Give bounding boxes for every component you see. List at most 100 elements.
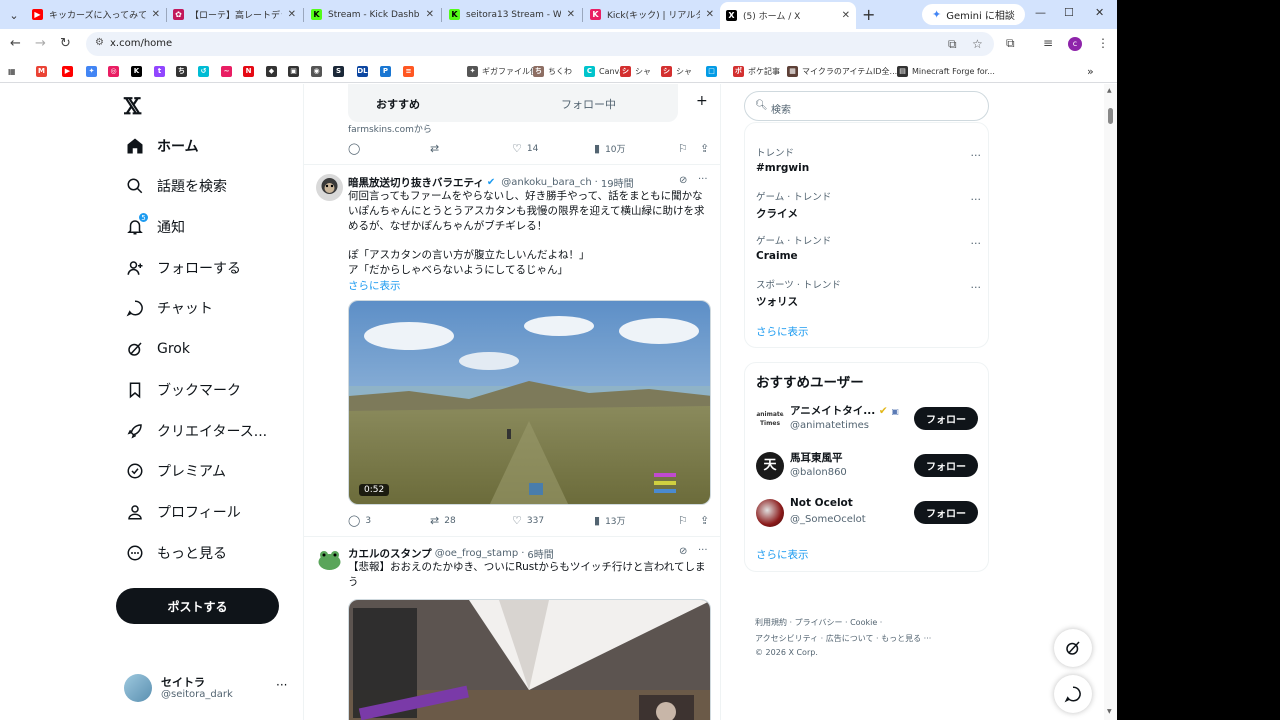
close-icon[interactable]: ✕	[706, 9, 714, 20]
show-more-link[interactable]: さらに表示	[348, 278, 401, 293]
nav-grok[interactable]: Grok	[124, 333, 190, 365]
forward-icon[interactable]: →	[35, 36, 46, 51]
follow-button[interactable]: フォロー	[914, 407, 978, 430]
nav-explore[interactable]: 話題を検索	[124, 170, 227, 202]
more-icon[interactable]: ···	[698, 545, 708, 556]
more-icon[interactable]: ···	[971, 281, 982, 294]
bookmark-item[interactable]: DL	[357, 63, 372, 79]
views-button[interactable]: ▮ 10万	[594, 142, 626, 155]
add-tab-icon[interactable]: +	[696, 93, 708, 109]
avatar[interactable]	[316, 174, 343, 201]
ad-source[interactable]: farmskins.comから	[348, 122, 432, 135]
repost-button[interactable]: ⇄ 28	[430, 514, 456, 527]
media-icon[interactable]: ≡	[1043, 36, 1053, 50]
account-switcher[interactable]: セイトラ @seitora_dark ···	[124, 674, 294, 704]
avatar[interactable]	[316, 547, 343, 574]
scroll-down-icon[interactable]: ▼	[1107, 708, 1112, 715]
bookmark-item[interactable]: C Canva	[584, 63, 624, 79]
grok-icon[interactable]: ⊘	[679, 546, 687, 557]
tweet-video[interactable]: 0:52	[348, 300, 711, 505]
back-icon[interactable]: ←	[10, 36, 21, 51]
bookmark-item[interactable]: t	[154, 63, 169, 79]
nav-more[interactable]: もっと見る	[124, 537, 227, 569]
bookmark-item[interactable]: M	[36, 63, 51, 79]
nav-premium[interactable]: プレミアム	[124, 455, 226, 487]
bookmark-item[interactable]: ↺	[198, 63, 213, 79]
x-logo-icon[interactable]: 𝕏	[124, 94, 141, 120]
suggested-user[interactable]: Not Ocelot @_SomeOcelot フォロー	[756, 497, 981, 529]
bookmark-item[interactable]: ~	[221, 63, 236, 79]
nav-chat[interactable]: チャット	[124, 292, 213, 324]
grok-icon[interactable]: ⊘	[679, 175, 687, 186]
tab-following[interactable]: フォロー中	[561, 96, 616, 112]
bookmark-item[interactable]: ▤ Minecraft Forge for...	[897, 63, 995, 79]
site-info-icon[interactable]: ⚙	[95, 37, 104, 48]
scroll-thumb[interactable]	[1108, 108, 1113, 124]
bookmark-item[interactable]: シシャ	[620, 63, 651, 79]
gemini-button[interactable]: ✦ Gemini に相談	[922, 4, 1025, 25]
close-window-icon[interactable]: ✕	[1095, 6, 1104, 19]
bookmark-item[interactable]: N	[243, 63, 258, 79]
bookmark-item[interactable]: ✦ ギガファイル便	[467, 63, 538, 79]
footer-links[interactable]: 利用規約 · プライバシー · Cookie ·	[755, 617, 882, 628]
maximize-icon[interactable]: ☐	[1064, 6, 1074, 19]
bookmark-item[interactable]: ◎	[108, 63, 123, 79]
menu-icon[interactable]: ⋮	[1097, 36, 1109, 50]
minimize-icon[interactable]: —	[1035, 6, 1046, 19]
tab-search-button[interactable]: ⌄	[5, 6, 23, 24]
tweet-author-name[interactable]: カエルのスタンプ	[348, 546, 432, 561]
bookmark-item[interactable]: ▣	[288, 63, 303, 79]
tab-for-you[interactable]: おすすめ	[376, 96, 420, 112]
views-button[interactable]: ▮ 13万	[594, 514, 626, 527]
bookmark-item[interactable]: ▶	[62, 63, 77, 79]
tweet-time[interactable]: 19時間	[601, 175, 634, 190]
bookmark-item[interactable]: ▦ マイクラのアイテムID全...	[787, 63, 897, 79]
tweet-time[interactable]: 6時間	[527, 546, 553, 561]
bookmarks-overflow-icon[interactable]: »	[1087, 63, 1094, 79]
close-icon[interactable]: ✕	[152, 9, 160, 20]
url-text[interactable]: x.com/home	[110, 38, 172, 49]
close-icon[interactable]: ✕	[567, 9, 575, 20]
tweet-author-handle[interactable]: @ankoku_bara_ch	[501, 177, 591, 188]
messages-fab[interactable]	[1054, 675, 1092, 713]
bookmark-item[interactable]: K	[131, 63, 146, 79]
address-bar[interactable]: ⚙ x.com/home ⧉ ☆	[86, 32, 994, 56]
nav-follow[interactable]: フォローする	[124, 252, 241, 284]
browser-tab[interactable]: K Stream - Kick Dashboard ✕	[305, 2, 440, 27]
follow-button[interactable]: フォロー	[914, 501, 978, 524]
browser-tab[interactable]: ▶ キッカーズに入ってみて - You ✕	[26, 2, 166, 27]
bookmark-item[interactable]: ち	[176, 63, 191, 79]
trend-item[interactable]: トレンド #mrgwin ···	[756, 145, 981, 174]
bookmark-item[interactable]: ちちくわ	[533, 63, 572, 79]
nav-profile[interactable]: プロフィール	[124, 496, 241, 528]
bookmark-item[interactable]: □	[706, 63, 721, 79]
apps-icon[interactable]: ▦	[8, 63, 16, 79]
bookmark-button[interactable]: ⚐	[678, 142, 693, 155]
more-icon[interactable]: ···	[971, 237, 982, 250]
bookmark-item[interactable]: ◉	[311, 63, 326, 79]
more-icon[interactable]: ···	[971, 149, 982, 162]
reply-button[interactable]: ◯ 3	[348, 514, 371, 527]
tweet-video[interactable]	[348, 599, 711, 720]
repost-button[interactable]: ⇄	[430, 142, 444, 155]
install-icon[interactable]: ⧉	[948, 37, 957, 52]
nav-bookmarks[interactable]: ブックマーク	[124, 374, 241, 406]
trend-item[interactable]: ゲーム · トレンド クライメ ···	[756, 189, 981, 221]
search-input[interactable]: 🔍︎ 検索	[744, 91, 989, 121]
bookmark-star-icon[interactable]: ☆	[972, 37, 983, 51]
like-button[interactable]: ♡ 14	[512, 142, 538, 155]
bookmark-item[interactable]: ポポケ記事	[733, 63, 780, 79]
show-more-users[interactable]: さらに表示	[756, 547, 809, 562]
scroll-up-icon[interactable]: ▲	[1107, 87, 1112, 94]
more-icon[interactable]: ···	[698, 174, 708, 185]
bookmark-item[interactable]: ✦	[86, 63, 101, 79]
profile-avatar[interactable]: c	[1068, 37, 1082, 51]
bookmark-item[interactable]: P	[380, 63, 395, 79]
page-scrollbar[interactable]: ▲ ▼	[1104, 84, 1117, 720]
more-icon[interactable]: ···	[971, 193, 982, 206]
like-button[interactable]: ♡ 337	[512, 514, 544, 527]
nav-creator-studio[interactable]: クリエイタース...	[124, 415, 267, 447]
close-icon[interactable]: ✕	[842, 10, 850, 21]
browser-tab[interactable]: ✿ 【ローテ】高レートデッキリスト ✕	[167, 2, 302, 27]
browser-tab[interactable]: K seitora13 Stream - Watch ✕	[443, 2, 581, 27]
